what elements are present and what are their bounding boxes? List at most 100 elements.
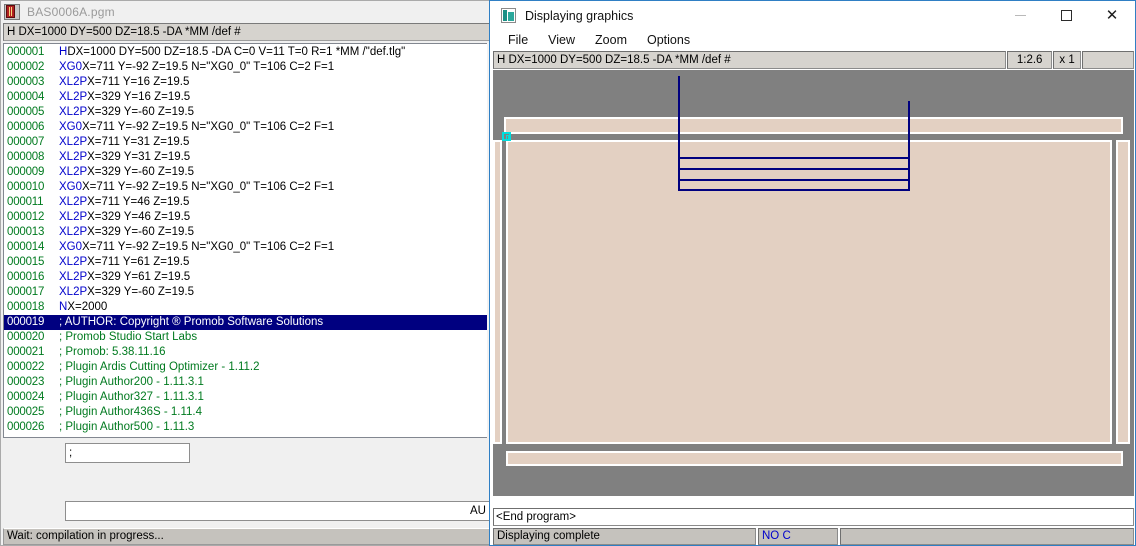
menu-options[interactable]: Options — [637, 31, 700, 50]
graphics-infobar: H DX=1000 DY=500 DZ=18.5 -DA *MM /def # … — [493, 51, 1134, 69]
code-line[interactable]: 000020 ; Promob Studio Start Labs — [4, 330, 490, 345]
code-text: X=711 Y=61 Z=19.5 — [87, 256, 190, 268]
code-editor[interactable]: 000001 H DX=1000 DY=500 DZ=18.5 -DA C=0 V… — [3, 43, 490, 438]
line-number: 000025 — [7, 406, 45, 418]
window-controls: ✕ — [997, 1, 1135, 30]
line-number: 000021 — [7, 346, 45, 358]
line-number: 000007 — [7, 136, 45, 148]
status-message: Displaying complete — [493, 528, 756, 545]
code-line[interactable]: 000003 XL2P X=711 Y=16 Z=19.5 — [4, 75, 490, 90]
code-line[interactable]: 000009 XL2P X=329 Y=-60 Z=19.5 — [4, 165, 490, 180]
end-program-readout: <End program> — [493, 508, 1134, 526]
zoom-multiplier-readout[interactable]: x 1 — [1053, 51, 1082, 69]
code-line[interactable]: 000023 ; Plugin Author200 - 1.11.3.1 — [4, 375, 490, 390]
menu-zoom[interactable]: Zoom — [585, 31, 637, 50]
editor-header-field[interactable]: H DX=1000 DY=500 DZ=18.5 -DA *MM /def # — [3, 23, 490, 41]
line-number: 000015 — [7, 256, 45, 268]
line-number: 000013 — [7, 226, 45, 238]
code-keyword: XL2P — [59, 106, 88, 118]
code-comment: ; Promob Studio Start Labs — [59, 331, 198, 343]
book-icon — [4, 4, 20, 20]
code-comment: ; Plugin Author500 - 1.11.3 — [59, 421, 195, 433]
parameter-input[interactable]: AU — [65, 501, 490, 521]
line-number: 000026 — [7, 421, 45, 433]
extra-readout — [1082, 51, 1134, 69]
code-line[interactable]: 000008 XL2P X=329 Y=31 Z=19.5 — [4, 150, 490, 165]
code-text: X=711 Y=31 Z=19.5 — [87, 136, 190, 148]
code-line[interactable]: 000014 XG0 X=711 Y=-92 Z=19.5 N="XG0_0" T… — [4, 240, 490, 255]
line-number: 000008 — [7, 151, 45, 163]
graphics-menubar: File View Zoom Options — [490, 30, 1135, 51]
code-line[interactable]: 000026 ; Plugin Author500 - 1.11.3 — [4, 420, 490, 435]
code-text: X=711 Y=16 Z=19.5 — [87, 76, 190, 88]
close-icon[interactable]: ✕ — [1089, 1, 1135, 30]
code-line[interactable]: 000021 ; Promob: 5.38.11.16 — [4, 345, 490, 360]
code-keyword: XL2P — [59, 271, 88, 283]
workpiece-strip-top — [504, 117, 1123, 134]
code-keyword: XL2P — [59, 196, 88, 208]
line-number: 000016 — [7, 271, 45, 283]
line-number: 000001 — [7, 46, 45, 58]
line-number: 000024 — [7, 391, 45, 403]
code-keyword: XL2P — [59, 226, 88, 238]
graphics-window: Displaying graphics ✕ File View Zoom Opt… — [489, 0, 1136, 546]
editor-titlebar[interactable]: BAS0006A.pgm — [1, 1, 490, 23]
code-line[interactable]: 000018 N X=2000 — [4, 300, 490, 315]
code-comment: ; Promob: 5.38.11.16 — [59, 346, 166, 358]
line-number: 000011 — [7, 196, 44, 208]
code-text: X=329 Y=-60 Z=19.5 — [87, 226, 195, 238]
code-line[interactable]: 000016 XL2P X=329 Y=61 Z=19.5 — [4, 270, 490, 285]
graphics-titlebar[interactable]: Displaying graphics ✕ — [490, 1, 1135, 30]
editor-statusbar: Wait: compilation in progress... — [3, 528, 490, 545]
code-line[interactable]: 000015 XL2P X=711 Y=61 Z=19.5 — [4, 255, 490, 270]
maximize-button[interactable] — [1043, 1, 1089, 30]
editor-title: BAS0006A.pgm — [27, 5, 115, 19]
program-header-readout: H DX=1000 DY=500 DZ=18.5 -DA *MM /def # — [493, 51, 1007, 69]
workpiece-strip-bottom — [506, 451, 1123, 466]
code-keyword: H — [59, 46, 68, 58]
code-line[interactable]: 000022 ; Plugin Ardis Cutting Optimizer -… — [4, 360, 490, 375]
code-line[interactable]: 000012 XL2P X=329 Y=46 Z=19.5 — [4, 210, 490, 225]
code-text: X=711 Y=46 Z=19.5 — [87, 196, 190, 208]
code-keyword: XL2P — [59, 91, 88, 103]
code-line-list: 000001 H DX=1000 DY=500 DZ=18.5 -DA C=0 V… — [4, 45, 490, 435]
code-keyword: XL2P — [59, 151, 88, 163]
code-line[interactable]: 000005 XL2P X=329 Y=-60 Z=19.5 — [4, 105, 490, 120]
code-keyword: XG0 — [59, 61, 83, 73]
code-line[interactable]: 000002 XG0 X=711 Y=-92 Z=19.5 N="XG0_0" T… — [4, 60, 490, 75]
code-line[interactable]: 000006 XG0 X=711 Y=-92 Z=19.5 N="XG0_0" T… — [4, 120, 490, 135]
code-comment: ; Plugin Author200 - 1.11.3.1 — [59, 376, 204, 388]
code-keyword: XL2P — [59, 211, 88, 223]
command-input[interactable]: ; — [65, 443, 190, 463]
code-line[interactable]: 000024 ; Plugin Author327 - 1.11.3.1 — [4, 390, 490, 405]
graphics-canvas[interactable] — [493, 70, 1134, 496]
code-line[interactable]: 000011 XL2P X=711 Y=46 Z=19.5 — [4, 195, 490, 210]
code-line[interactable]: 000025 ; Plugin Author436S - 1.11.4 — [4, 405, 490, 420]
minimize-button[interactable] — [997, 1, 1043, 30]
code-line[interactable]: 000007 XL2P X=711 Y=31 Z=19.5 — [4, 135, 490, 150]
menu-view[interactable]: View — [538, 31, 585, 50]
graphics-title: Displaying graphics — [525, 8, 634, 23]
line-number: 000006 — [7, 121, 45, 133]
code-line[interactable]: 000004 XL2P X=329 Y=16 Z=19.5 — [4, 90, 490, 105]
code-keyword: XL2P — [59, 166, 88, 178]
code-line[interactable]: 000013 XL2P X=329 Y=-60 Z=19.5 — [4, 225, 490, 240]
scale-readout[interactable]: 1:2.6 — [1007, 51, 1053, 69]
code-comment: ; Plugin Author327 - 1.11.3.1 — [59, 391, 204, 403]
code-line[interactable]: 000001 H DX=1000 DY=500 DZ=18.5 -DA C=0 V… — [4, 45, 490, 60]
graphics-statusbar: Displaying complete NO C — [493, 528, 1134, 545]
code-text: X=711 Y=-92 Z=19.5 N="XG0_0" T=106 C=2 F… — [82, 181, 335, 193]
code-keyword: N — [59, 301, 68, 313]
status-extra — [840, 528, 1134, 545]
code-line[interactable]: 000019 ; AUTHOR: Copyright ® Promob Softw… — [4, 315, 490, 330]
code-comment: ; Plugin Ardis Cutting Optimizer - 1.11.… — [59, 361, 260, 373]
code-text: X=329 Y=-60 Z=19.5 — [87, 286, 195, 298]
menu-file[interactable]: File — [498, 31, 538, 50]
code-line[interactable]: 000017 XL2P X=329 Y=-60 Z=19.5 — [4, 285, 490, 300]
toolpath-horizontal-1 — [678, 157, 910, 159]
line-number: 000012 — [7, 211, 45, 223]
code-line[interactable]: 000010 XG0 X=711 Y=-92 Z=19.5 N="XG0_0" T… — [4, 180, 490, 195]
code-keyword: XG0 — [59, 121, 83, 133]
code-keyword: XG0 — [59, 241, 83, 253]
code-text: X=329 Y=61 Z=19.5 — [87, 271, 191, 283]
